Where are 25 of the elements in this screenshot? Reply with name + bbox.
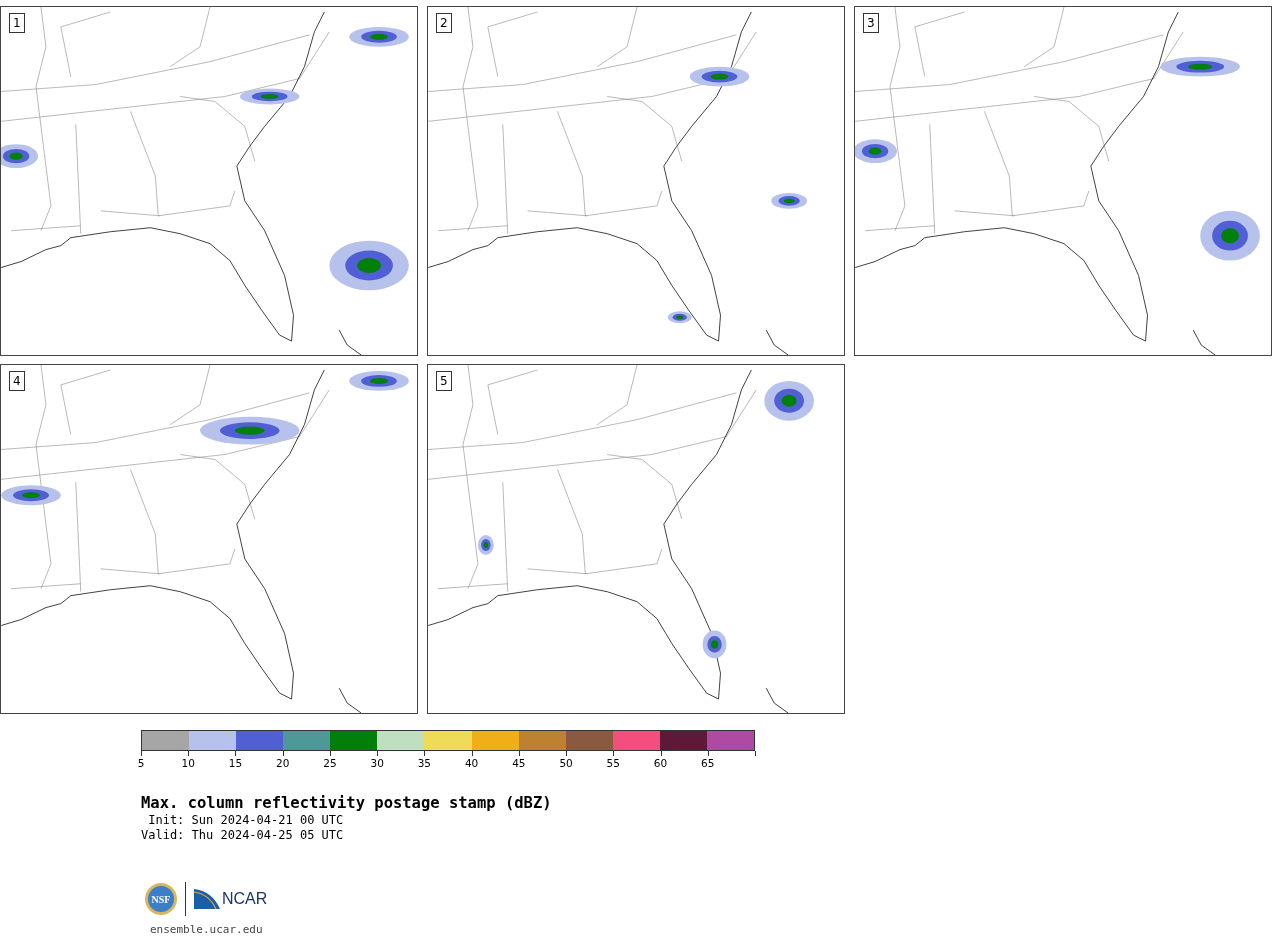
panel-number: 1 (9, 13, 25, 33)
panel-number: 2 (436, 13, 452, 33)
tick-label: 65 (701, 757, 715, 769)
tick-label: 25 (323, 757, 337, 769)
seal-logo: NSF (145, 883, 177, 915)
tick-label: 30 (370, 757, 384, 769)
tick-label: 5 (137, 757, 145, 769)
panel-number: 4 (9, 371, 25, 391)
arc-logo-icon (194, 889, 220, 909)
init-time: Init: Sun 2024-04-21 00 UTC (147, 813, 345, 828)
panel-number: 3 (863, 13, 879, 33)
valid-time: Valid: Thu 2024-04-25 05 UTC (141, 828, 345, 843)
tick-label: 10 (181, 757, 195, 769)
panel-number: 5 (436, 371, 452, 391)
wordmark: NCAR (222, 890, 268, 908)
website-url: ensemble.ucar.edu (150, 923, 264, 936)
tick-label: 55 (606, 757, 620, 769)
tick-label: 60 (653, 757, 668, 769)
tick-label: 40 (464, 757, 479, 769)
chart-title: Max. column reflectivity postage stamp (dBZ) (141, 793, 553, 813)
tick-label: 35 (417, 757, 432, 769)
tick-label: 20 (276, 757, 290, 769)
tick-label: 50 (559, 757, 573, 769)
tick-label: 15 (228, 757, 243, 769)
tick-label: 45 (512, 757, 526, 769)
